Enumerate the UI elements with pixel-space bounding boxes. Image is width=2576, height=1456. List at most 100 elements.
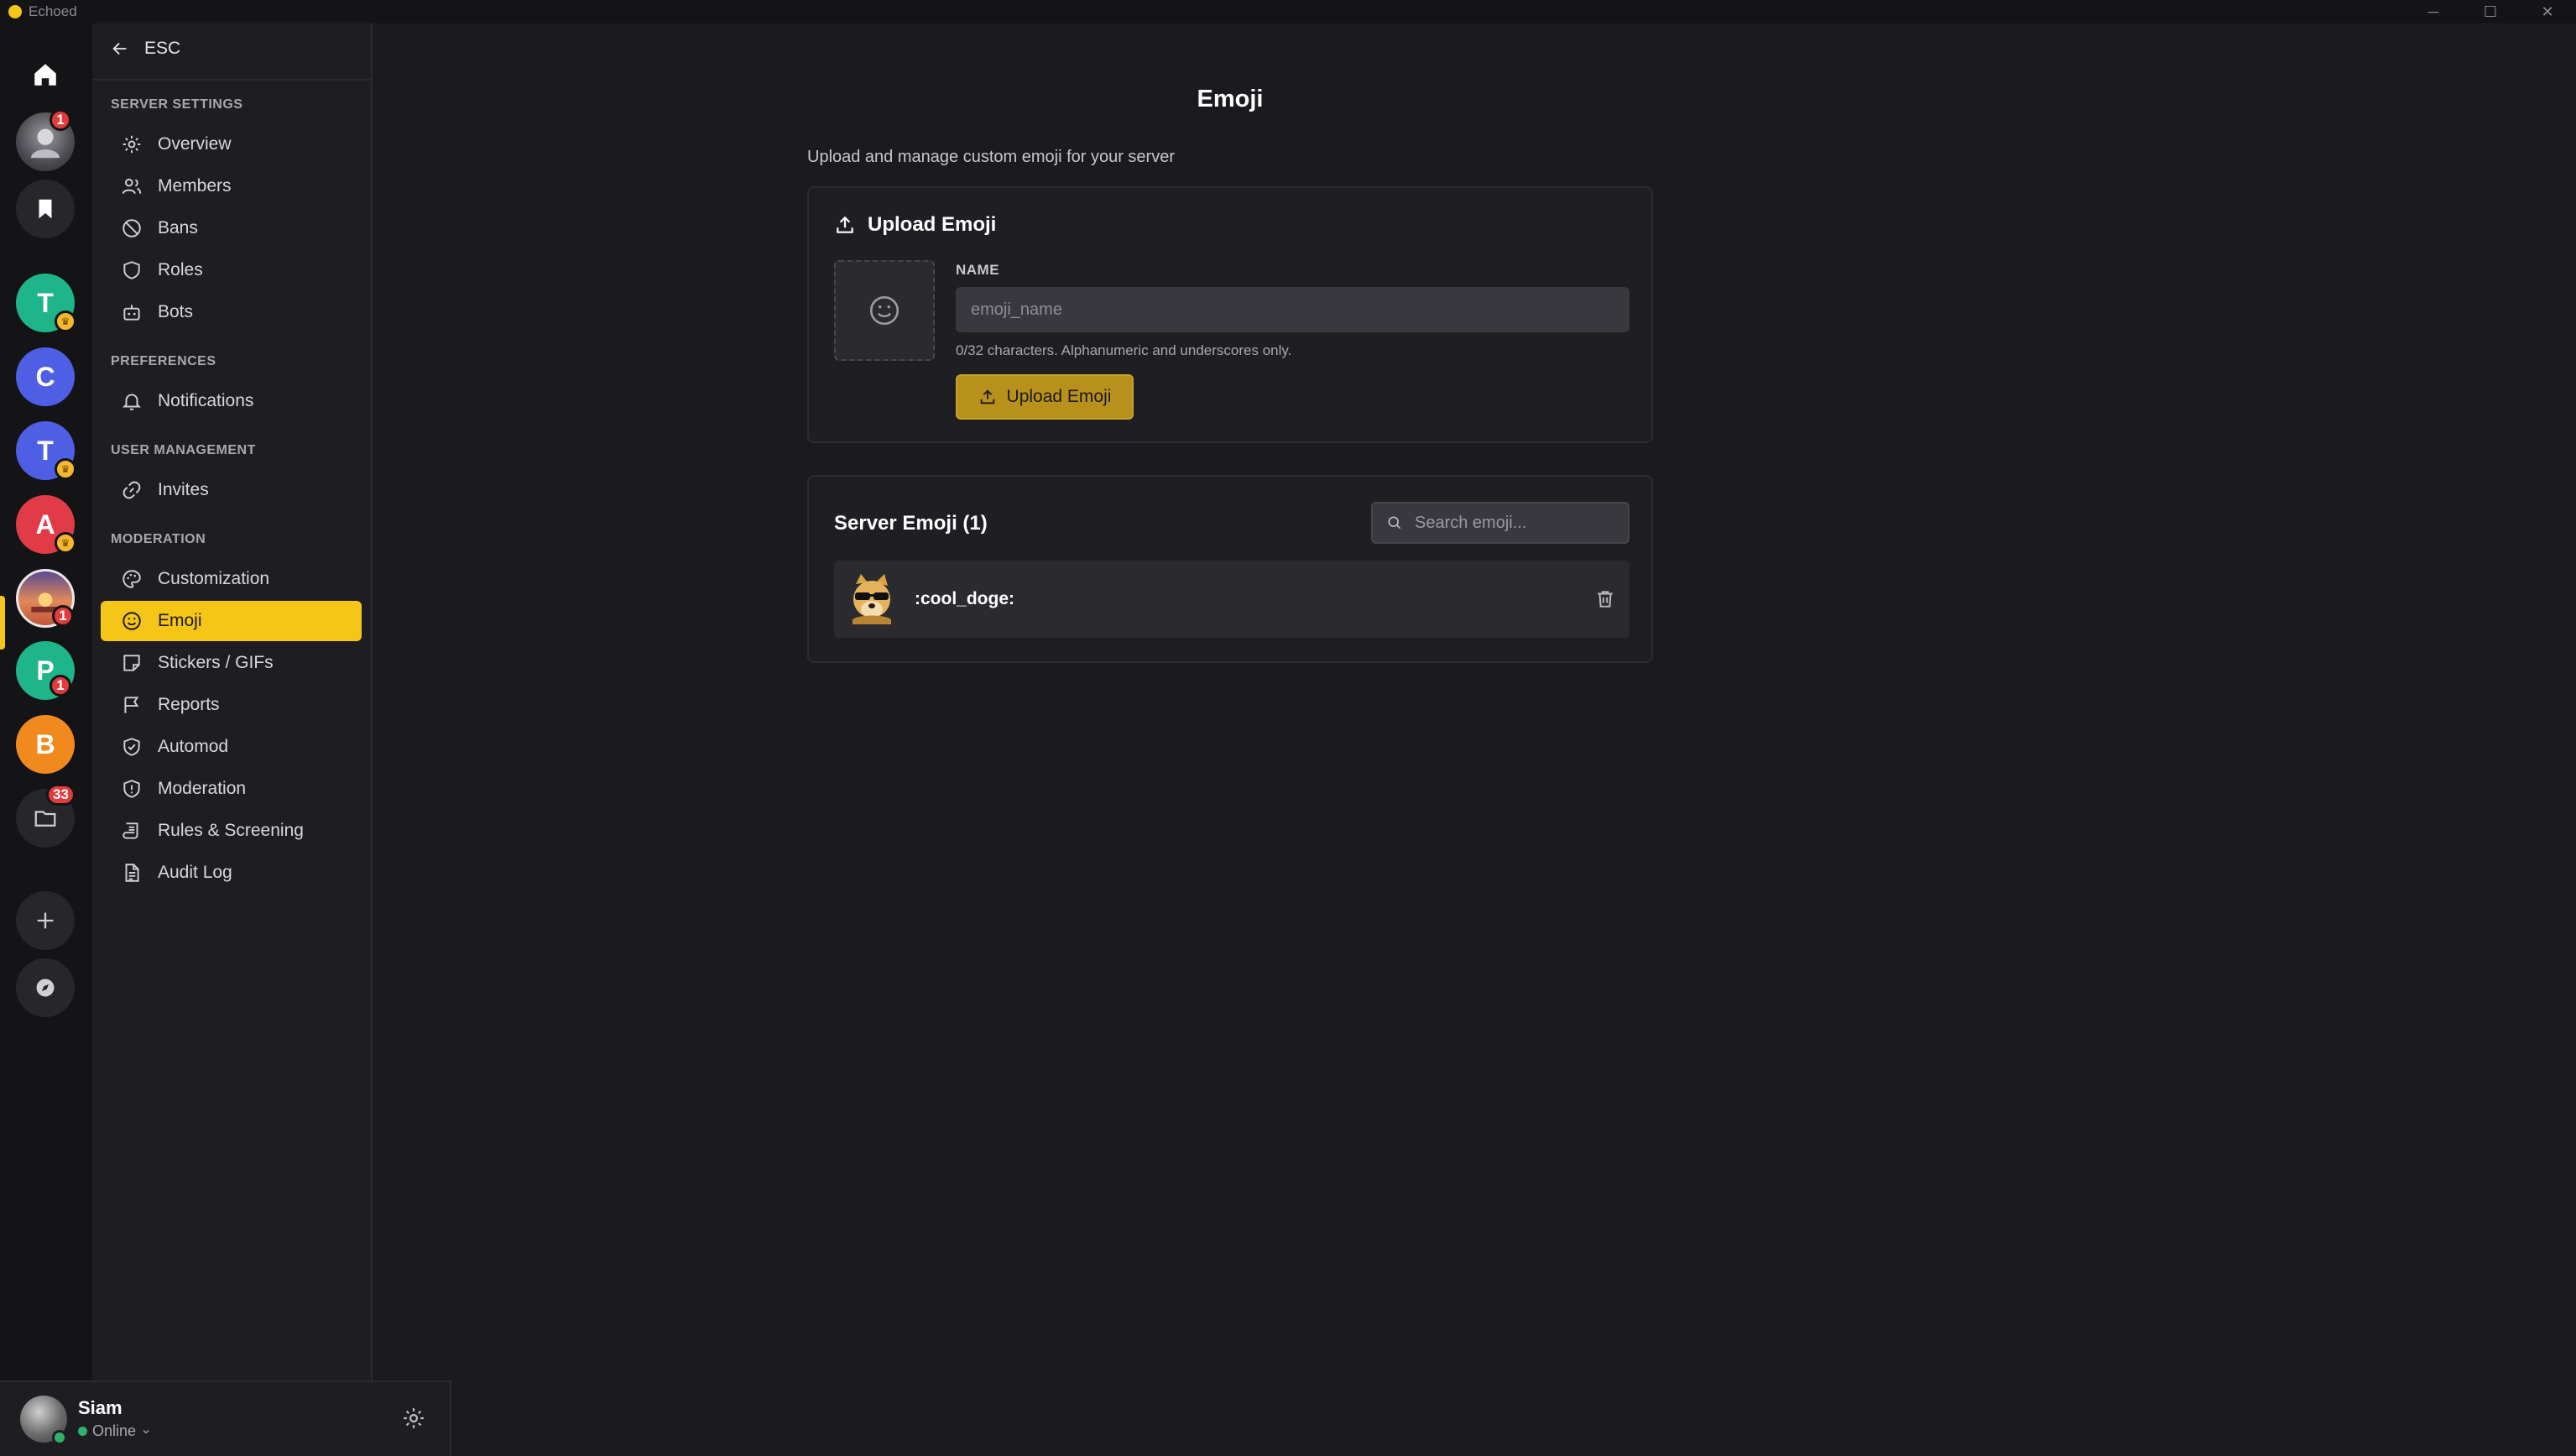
server-letter: C — [35, 361, 55, 392]
server-badge: 1 — [50, 675, 71, 697]
user-settings-gear-icon[interactable] — [401, 1406, 426, 1431]
nav-audit-log[interactable]: Audit Log — [101, 853, 362, 893]
nav-members[interactable]: Members — [101, 166, 362, 206]
window-controls: ─ ☐ ✕ — [2405, 0, 2576, 23]
crown-icon: ♛ — [55, 532, 76, 554]
crown-icon: ♛ — [55, 311, 76, 332]
arrow-left-icon — [112, 42, 127, 55]
shield-check-icon — [123, 738, 140, 756]
nav-roles[interactable]: Roles — [101, 250, 362, 290]
nav-label: Customization — [158, 569, 270, 588]
smile-icon — [123, 612, 141, 630]
app-logo-icon — [8, 5, 22, 18]
nav-rules-screening[interactable]: Rules & Screening — [101, 811, 362, 851]
card-title: Upload Emoji — [868, 213, 997, 236]
folder-badge: 33 — [46, 784, 76, 806]
name-hint: 0/32 characters. Alphanumeric and unders… — [956, 342, 1292, 358]
status-selector[interactable]: Online — [78, 1422, 151, 1440]
server-folder[interactable]: 33 — [16, 784, 76, 848]
sticker-icon — [123, 655, 140, 671]
section-heading-server-settings: SERVER SETTINGS — [111, 97, 243, 112]
trash-icon[interactable] — [1594, 588, 1616, 610]
nav-reports[interactable]: Reports — [101, 685, 362, 725]
emoji-name-input[interactable] — [956, 287, 1630, 332]
server-image[interactable]: 1 — [16, 569, 75, 628]
users-icon — [122, 178, 142, 195]
search-icon — [1388, 516, 1401, 530]
section-heading-moderation: MODERATION — [111, 532, 206, 546]
doge-emoji-image-icon — [853, 574, 891, 624]
compass-icon — [36, 978, 55, 997]
divider — [92, 79, 373, 81]
settings-sidebar: ESC SERVER SETTINGS Overview Members Ban… — [92, 23, 373, 1456]
upload-emoji-button[interactable]: Upload Emoji — [956, 374, 1134, 420]
gear-icon — [123, 135, 141, 154]
server-emoji-card: Server Emoji (1) :cool_doge: — [807, 475, 1653, 663]
server-t1[interactable]: T ♛ — [16, 274, 76, 332]
nav-label: Moderation — [158, 779, 247, 798]
server-p[interactable]: P 1 — [16, 641, 75, 700]
close-button[interactable]: ✕ — [2519, 0, 2576, 23]
user-panel: Siam Online — [0, 1380, 451, 1456]
server-letter: B — [35, 728, 55, 759]
server-letter: T — [37, 287, 54, 318]
server-letter: A — [35, 509, 55, 540]
minimize-button[interactable]: ─ — [2405, 0, 2462, 23]
explore-button[interactable] — [16, 958, 75, 1017]
nav-bots[interactable]: Bots — [101, 292, 362, 332]
shield-icon — [123, 261, 140, 279]
nav-stickers-gifs[interactable]: Stickers / GIFs — [101, 643, 362, 683]
nav-invites[interactable]: Invites — [101, 470, 362, 510]
ban-icon — [123, 219, 141, 237]
card-title: Server Emoji (1) — [834, 512, 988, 535]
emoji-list-item[interactable]: :cool_doge: — [834, 561, 1630, 638]
emoji-image-dropzone[interactable] — [834, 260, 935, 361]
nav-automod[interactable]: Automod — [101, 727, 362, 767]
nav-label: Rules & Screening — [158, 821, 304, 840]
user-name: Siam — [78, 1397, 123, 1418]
upload-icon — [980, 389, 994, 404]
nav-moderation[interactable]: Moderation — [101, 769, 362, 809]
server-avatar-1[interactable]: 1 — [16, 109, 75, 171]
nav-bans[interactable]: Bans — [101, 208, 362, 248]
nav-label: Bans — [158, 218, 198, 237]
shield-alert-icon — [123, 780, 140, 798]
nav-emoji[interactable]: Emoji — [101, 601, 362, 641]
bot-icon — [123, 305, 140, 321]
plus-icon — [37, 912, 54, 929]
emoji-name: :cool_doge: — [915, 589, 1014, 608]
home-icon — [34, 64, 56, 86]
server-badge: 1 — [52, 605, 74, 627]
bookmark-icon — [39, 199, 52, 219]
server-badge: 1 — [50, 109, 71, 131]
nav-label: Bots — [158, 302, 194, 321]
online-dot-icon — [78, 1427, 87, 1436]
esc-back-button[interactable]: ESC — [111, 39, 180, 59]
server-c[interactable]: C — [16, 347, 75, 406]
add-server-button[interactable] — [16, 891, 75, 950]
nav-label: Emoji — [158, 611, 202, 630]
emoji-search-input[interactable] — [1413, 512, 1623, 534]
upload-icon — [837, 216, 853, 233]
bookmarks-button[interactable] — [16, 180, 75, 238]
nav-notifications[interactable]: Notifications — [101, 381, 362, 421]
name-field-label: NAME — [956, 262, 1000, 278]
server-rail: 1 T ♛ C T ♛ A ♛ 1 P 1 B 33 — [0, 23, 92, 1456]
nav-overview[interactable]: Overview — [101, 124, 362, 164]
server-t2[interactable]: T ♛ — [16, 421, 76, 480]
link-icon — [123, 481, 141, 499]
maximize-button[interactable]: ☐ — [2462, 0, 2519, 23]
active-server-indicator — [0, 596, 5, 650]
status-text: Online — [92, 1422, 137, 1439]
nav-label: Automod — [158, 737, 229, 756]
emoji-search[interactable] — [1371, 502, 1630, 544]
main-content: Emoji Upload and manage custom emoji for… — [374, 23, 2576, 1456]
app-title: Echoed — [29, 3, 77, 19]
server-b[interactable]: B — [16, 715, 75, 774]
server-a[interactable]: A ♛ — [16, 495, 76, 554]
server-letter: T — [37, 435, 54, 466]
scroll-icon — [123, 822, 138, 839]
nav-label: Members — [158, 176, 232, 196]
home-button[interactable] — [16, 45, 75, 104]
nav-customization[interactable]: Customization — [101, 559, 362, 599]
